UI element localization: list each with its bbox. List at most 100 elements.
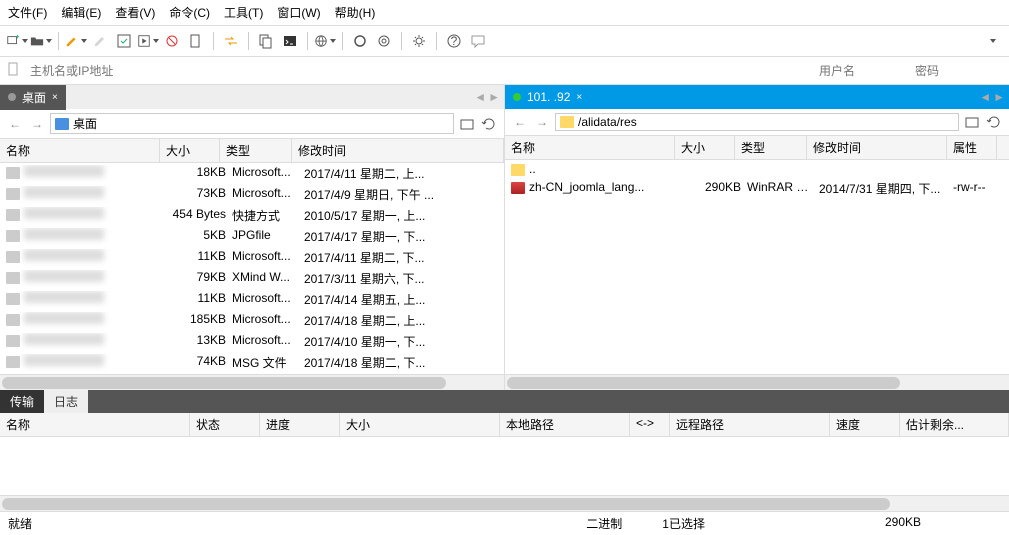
col-attr[interactable]: 属性	[947, 136, 997, 159]
tcol-progress[interactable]: 进度	[260, 413, 340, 436]
forward-icon[interactable]: →	[28, 115, 46, 133]
transfer-body	[0, 437, 1009, 495]
remote-tab-label: 101. .92	[527, 90, 570, 104]
table-row[interactable]: xxxx185KBMicrosoft...2017/4/18 星期二, 上...	[0, 310, 504, 331]
col-size[interactable]: 大小	[675, 136, 735, 159]
col-size[interactable]: 大小	[160, 139, 220, 162]
separator	[307, 32, 308, 50]
table-row[interactable]: ..	[505, 160, 1009, 178]
tcol-speed[interactable]: 速度	[830, 413, 900, 436]
table-row[interactable]: xxxx454 Bytes快捷方式2010/5/17 星期一, 上...	[0, 205, 504, 226]
bookmark-folder-icon[interactable]	[458, 115, 476, 133]
help-icon[interactable]: ?	[443, 30, 465, 52]
doc-icon[interactable]	[185, 30, 207, 52]
password-input[interactable]	[913, 62, 1003, 80]
tab-next-icon[interactable]: ►	[993, 90, 1005, 104]
status-dot-icon	[513, 93, 521, 101]
col-name[interactable]: 名称	[0, 139, 160, 162]
tab-prev-icon[interactable]: ◄	[474, 90, 486, 104]
separator	[213, 32, 214, 50]
remote-file-list[interactable]: ..zh-CN_joomla_lang...290KBWinRAR Z...20…	[505, 160, 1009, 374]
cancel-icon[interactable]	[161, 30, 183, 52]
menu-window[interactable]: 窗口(W)	[277, 4, 320, 21]
tcol-remote[interactable]: 远程路径	[670, 413, 830, 436]
tcol-dir[interactable]: <->	[630, 413, 670, 436]
local-pane: 桌面 × ◄► ← → 桌面 名称 大小 类型 修改时间 xxxx18KBMic…	[0, 85, 505, 390]
menu-command[interactable]: 命令(C)	[169, 4, 210, 21]
local-tab[interactable]: 桌面 ×	[0, 85, 66, 110]
transfer-right-icon[interactable]	[220, 30, 242, 52]
transfer-columns: 名称 状态 进度 大小 本地路径 <-> 远程路径 速度 估计剩余...	[0, 413, 1009, 437]
gear-icon[interactable]	[408, 30, 430, 52]
back-icon[interactable]: ←	[6, 115, 24, 133]
table-row[interactable]: xxxx13KBMicrosoft...2017/4/10 星期一, 下...	[0, 331, 504, 352]
table-row[interactable]: xxxx79KBXMind W...2017/3/11 星期六, 下...	[0, 268, 504, 289]
separator	[58, 32, 59, 50]
tcol-eta[interactable]: 估计剩余...	[900, 413, 1009, 436]
local-tab-label: 桌面	[22, 89, 46, 106]
tab-prev-icon[interactable]: ◄	[979, 90, 991, 104]
col-name[interactable]: 名称	[505, 136, 675, 159]
tcol-size[interactable]: 大小	[340, 413, 500, 436]
separator	[248, 32, 249, 50]
toolbar-overflow-icon[interactable]	[981, 30, 1003, 52]
target-icon[interactable]	[373, 30, 395, 52]
split-panes: 桌面 × ◄► ← → 桌面 名称 大小 类型 修改时间 xxxx18KBMic…	[0, 85, 1009, 390]
toolbar: ?	[0, 26, 1009, 57]
forward-icon[interactable]: →	[533, 113, 551, 131]
play-icon[interactable]	[137, 30, 159, 52]
col-date[interactable]: 修改时间	[292, 139, 504, 162]
copy-icon[interactable]	[255, 30, 277, 52]
open-icon[interactable]	[30, 30, 52, 52]
separator	[342, 32, 343, 50]
local-file-list[interactable]: xxxx18KBMicrosoft...2017/4/11 星期二, 上...x…	[0, 163, 504, 374]
menu-tools[interactable]: 工具(T)	[224, 4, 263, 21]
edit-icon[interactable]	[65, 30, 87, 52]
tab-transfer[interactable]: 传输	[0, 390, 44, 413]
bookmark-folder-icon[interactable]	[963, 113, 981, 131]
tab-next-icon[interactable]: ►	[488, 90, 500, 104]
transfer-scrollbar[interactable]	[0, 495, 1009, 511]
table-row[interactable]: xxxx5KBJPGfile2017/4/17 星期一, 下...	[0, 226, 504, 247]
table-row[interactable]: xxxx74KBMSG 文件2017/4/18 星期二, 下...	[0, 352, 504, 373]
folder-icon	[560, 116, 574, 128]
local-path-input[interactable]: 桌面	[50, 113, 454, 134]
remote-scrollbar[interactable]	[505, 374, 1009, 390]
globe-icon[interactable]	[314, 30, 336, 52]
status-mode: 二进制	[586, 515, 622, 532]
spiral-icon[interactable]	[349, 30, 371, 52]
col-type[interactable]: 类型	[220, 139, 292, 162]
tcol-name[interactable]: 名称	[0, 413, 190, 436]
close-icon[interactable]: ×	[52, 92, 58, 103]
col-date[interactable]: 修改时间	[807, 136, 947, 159]
menu-view[interactable]: 查看(V)	[115, 4, 155, 21]
host-input[interactable]	[28, 62, 769, 80]
new-session-icon[interactable]	[6, 30, 28, 52]
tab-log[interactable]: 日志	[44, 390, 88, 413]
close-icon[interactable]: ×	[576, 92, 582, 103]
menu-file[interactable]: 文件(F)	[8, 4, 47, 21]
bookmark-icon[interactable]	[6, 61, 22, 80]
reload-icon[interactable]	[985, 113, 1003, 131]
table-row[interactable]: xxxx11KBMicrosoft...2017/4/11 星期二, 下...	[0, 247, 504, 268]
local-scrollbar[interactable]	[0, 374, 504, 390]
bubble-icon[interactable]	[467, 30, 489, 52]
user-input[interactable]	[817, 62, 907, 80]
status-ready: 就绪	[8, 515, 32, 532]
menu-edit[interactable]: 编辑(E)	[61, 4, 101, 21]
terminal-icon[interactable]	[279, 30, 301, 52]
col-type[interactable]: 类型	[735, 136, 807, 159]
menu-help[interactable]: 帮助(H)	[335, 4, 376, 21]
refresh-icon[interactable]	[113, 30, 135, 52]
tcol-status[interactable]: 状态	[190, 413, 260, 436]
tcol-local[interactable]: 本地路径	[500, 413, 630, 436]
back-icon[interactable]: ←	[511, 113, 529, 131]
pencil-icon[interactable]	[89, 30, 111, 52]
table-row[interactable]: zh-CN_joomla_lang...290KBWinRAR Z...2014…	[505, 178, 1009, 199]
table-row[interactable]: xxxx11KBMicrosoft...2017/4/14 星期五, 上...	[0, 289, 504, 310]
reload-icon[interactable]	[480, 115, 498, 133]
table-row[interactable]: xxxx18KBMicrosoft...2017/4/11 星期二, 上...	[0, 163, 504, 184]
remote-tab[interactable]: 101. .92 ×	[505, 86, 590, 108]
table-row[interactable]: xxxx73KBMicrosoft...2017/4/9 星期日, 下午 ...	[0, 184, 504, 205]
remote-path-input[interactable]: /alidata/res	[555, 113, 959, 131]
